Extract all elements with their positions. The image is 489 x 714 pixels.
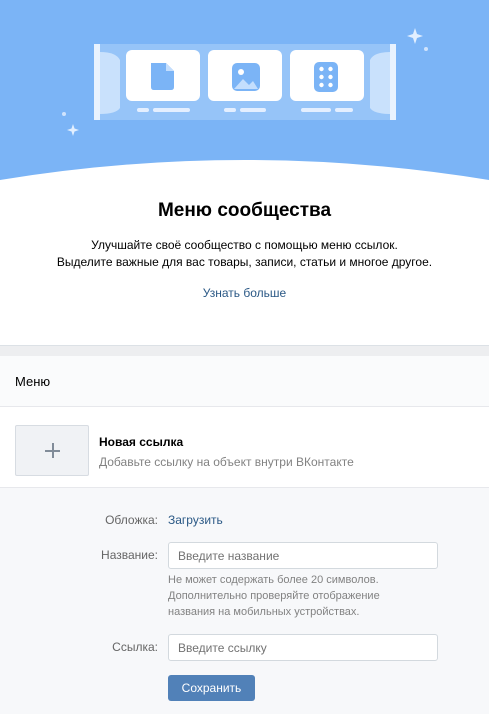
name-hint-line: Не может содержать более 20 символов. [168, 574, 379, 586]
link-label: Ссылка: [112, 640, 158, 654]
plus-icon [52, 443, 54, 458]
link-form: Обложка: Загрузить Название: Не может со… [0, 488, 489, 714]
grid-icon [314, 62, 338, 92]
menu-header-label: Меню [15, 374, 51, 389]
hero-illustration [0, 0, 489, 180]
hero-description-line: Выделите важные для вас товары, записи, … [56, 255, 433, 269]
name-hint-line: названия на мобильных устройствах. [168, 606, 360, 618]
section-divider [0, 345, 489, 356]
new-link-subtitle: Добавьте ссылку на объект внутри ВКонтак… [99, 455, 354, 469]
name-hint-line: Дополнительно проверяйте отображение [168, 590, 380, 602]
hero-description-line: Улучшайте своё сообщество с помощью меню… [91, 238, 398, 252]
image-icon [232, 63, 260, 91]
learn-more-link[interactable]: Узнать больше [0, 286, 489, 300]
add-link-button[interactable] [15, 425, 89, 476]
new-link-title: Новая ссылка [99, 435, 184, 449]
menu-section-header: Меню [0, 356, 489, 407]
name-hint: Не может содержать более 20 символов. До… [168, 572, 418, 620]
upload-cover-link[interactable]: Загрузить [168, 513, 223, 527]
hero-description: Улучшайте своё сообщество с помощью меню… [0, 237, 489, 271]
hero-section: Меню сообщества Улучшайте своё сообществ… [0, 0, 489, 345]
save-button[interactable]: Сохранить [168, 675, 255, 701]
cover-label: Обложка: [105, 513, 158, 527]
new-link-item: Новая ссылка Добавьте ссылку на объект в… [0, 407, 489, 488]
name-input[interactable] [168, 542, 438, 569]
link-input[interactable] [168, 634, 438, 661]
page-title: Меню сообщества [157, 200, 332, 221]
name-label: Название: [101, 548, 158, 562]
